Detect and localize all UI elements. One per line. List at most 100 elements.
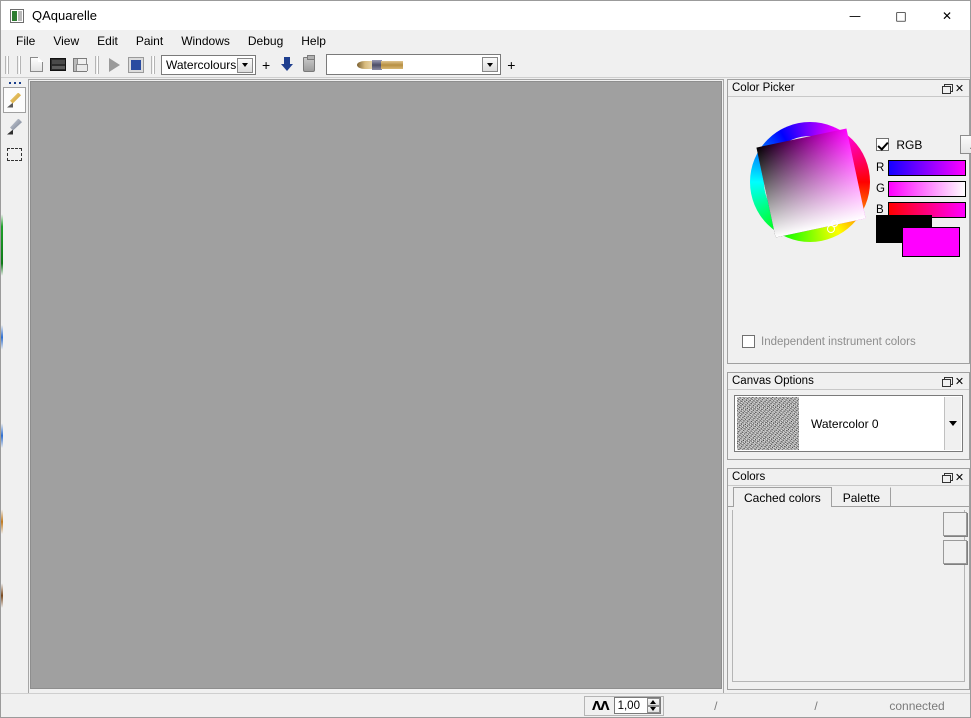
delete-preset-button[interactable]: [298, 54, 320, 76]
canvas-options-panel: Canvas Options ✕ Watercolor 0: [727, 372, 970, 460]
new-document-button[interactable]: [25, 54, 47, 76]
chevron-down-icon[interactable]: [237, 57, 253, 73]
add-brush-button[interactable]: +: [501, 57, 521, 73]
color-picker-title: Color Picker: [732, 82, 795, 94]
maximize-button[interactable]: □: [878, 1, 924, 30]
remove-color-button[interactable]: [943, 540, 967, 564]
brush-combobox[interactable]: [326, 54, 502, 75]
selection-tool-button[interactable]: [3, 141, 26, 167]
menu-view[interactable]: View: [44, 31, 88, 51]
canvas-sheet[interactable]: [30, 81, 722, 689]
menu-bar: File View Edit Paint Windows Debug Help: [1, 30, 970, 52]
color-more-button[interactable]: ...: [960, 135, 971, 154]
colors-title: Colors: [732, 471, 766, 483]
zoom-widget: ΛΛ 1,00: [584, 695, 664, 716]
download-arrow-icon: [280, 57, 294, 72]
save-document-button[interactable]: [69, 54, 91, 76]
maximize-icon: □: [895, 8, 907, 23]
trash-icon: [303, 55, 316, 72]
open-document-button[interactable]: [47, 54, 69, 76]
float-panel-icon[interactable]: [940, 82, 953, 95]
zoom-decrement-button[interactable]: [646, 705, 660, 713]
brush-tool-button[interactable]: [3, 87, 26, 113]
tab-palette[interactable]: Palette: [832, 487, 892, 507]
zoom-level-icon: ΛΛ: [592, 698, 610, 713]
chevron-down-icon[interactable]: [482, 57, 499, 72]
zoom-stepper: [646, 698, 660, 713]
menu-paint[interactable]: Paint: [127, 31, 172, 51]
minimize-button[interactable]: —: [832, 1, 878, 30]
float-panel-icon[interactable]: [940, 375, 953, 388]
colors-body: Cached colors Palette: [728, 486, 969, 686]
toolbar-grip-2[interactable]: [16, 55, 22, 74]
channel-row-r: R: [876, 159, 966, 176]
zoom-spinner[interactable]: 1,00: [613, 697, 661, 714]
channel-label-g: G: [876, 182, 885, 195]
color-picker-body: RGB ... R G B: [728, 97, 971, 362]
add-preset-button[interactable]: +: [256, 57, 276, 73]
saturation-value-square[interactable]: [756, 128, 866, 238]
close-panel-icon[interactable]: ✕: [953, 471, 966, 484]
colors-header[interactable]: Colors ✕: [728, 469, 969, 486]
close-button[interactable]: ✕: [924, 1, 970, 30]
canvas-options-title: Canvas Options: [732, 375, 814, 387]
rgb-sliders: R G B: [876, 159, 966, 222]
marquee-select-icon: [7, 147, 22, 161]
preset-combobox-value: Watercolours: [166, 57, 237, 72]
menu-debug[interactable]: Debug: [239, 31, 292, 51]
save-floppy-icon: [73, 57, 88, 72]
title-bar: QAquarelle — □ ✕: [1, 1, 970, 30]
close-panel-icon[interactable]: ✕: [953, 82, 966, 95]
menu-edit[interactable]: Edit: [88, 31, 127, 51]
canvas-options-header[interactable]: Canvas Options ✕: [728, 373, 969, 390]
menu-help[interactable]: Help: [292, 31, 335, 51]
play-icon: [108, 57, 120, 72]
status-slot-2: /: [814, 698, 818, 713]
new-document-icon: [29, 57, 43, 72]
independent-colors-checkbox[interactable]: [742, 335, 755, 348]
status-slot-1: /: [714, 698, 718, 713]
channel-slider-r[interactable]: [888, 159, 966, 176]
tools-dock-grip[interactable]: [3, 79, 27, 87]
toolbar-grip-1[interactable]: [4, 55, 10, 74]
canvas-viewport[interactable]: [28, 79, 724, 694]
channel-row-g: G: [876, 180, 966, 197]
canvas-options-body: Watercolor 0: [728, 390, 969, 458]
rgb-toggle-row: RGB ...: [876, 135, 971, 154]
primary-color-swatch[interactable]: [902, 227, 960, 257]
chevron-down-icon[interactable]: [944, 397, 961, 450]
color-picker-panel: Color Picker ✕ RGB ... R: [727, 79, 971, 364]
play-button[interactable]: [103, 54, 125, 76]
channel-slider-g[interactable]: [888, 180, 966, 197]
color-marker-secondary[interactable]: [831, 220, 838, 227]
preset-combobox[interactable]: Watercolours: [161, 54, 256, 75]
brush-icon: [6, 92, 23, 109]
colors-action-buttons: [943, 512, 967, 564]
canvas-texture-combobox[interactable]: Watercolor 0: [734, 395, 963, 452]
color-picker-header[interactable]: Color Picker ✕: [728, 80, 969, 97]
close-panel-icon[interactable]: ✕: [953, 375, 966, 388]
float-panel-icon[interactable]: [940, 471, 953, 484]
open-folder-icon: [50, 58, 66, 71]
zoom-increment-button[interactable]: [646, 698, 660, 706]
color-picker-tool-button[interactable]: [3, 114, 26, 140]
add-color-button[interactable]: [943, 512, 967, 536]
toolbar-grip-4[interactable]: [150, 55, 156, 74]
independent-colors-row: Independent instrument colors: [742, 335, 916, 348]
zoom-value[interactable]: 1,00: [615, 700, 647, 712]
app-icon: [10, 8, 24, 23]
menu-windows[interactable]: Windows: [172, 31, 239, 51]
rgb-checkbox[interactable]: [876, 138, 889, 152]
cached-colors-pane[interactable]: [732, 510, 965, 682]
toolbar-grip-3[interactable]: [94, 55, 100, 74]
stop-button[interactable]: [125, 54, 147, 76]
independent-colors-label: Independent instrument colors: [761, 335, 916, 348]
stop-square-icon: [128, 56, 144, 73]
menu-file[interactable]: File: [7, 31, 44, 51]
canvas-texture-preview: [737, 397, 799, 450]
status-bar: ΛΛ 1,00 / / connected: [1, 693, 970, 717]
tab-cached-colors[interactable]: Cached colors: [733, 487, 832, 507]
import-preset-button[interactable]: [276, 54, 298, 76]
minimize-icon: —: [849, 8, 861, 23]
window-title: QAquarelle: [32, 8, 98, 23]
